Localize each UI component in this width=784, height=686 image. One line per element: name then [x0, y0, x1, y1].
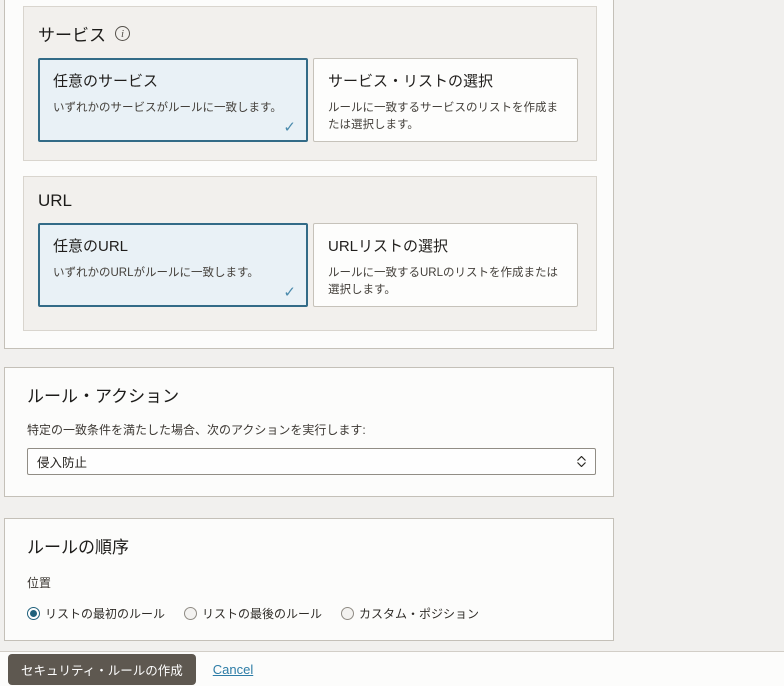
rule-action-selected-value: 侵入防止	[37, 456, 88, 470]
radio-unselected-icon	[341, 607, 355, 620]
card-title: 任意のサービス	[53, 73, 159, 90]
position-radio-group: リストの最初のルール リストの最後のルール カスタム・ポジション	[27, 605, 596, 622]
checkmark-icon: ✓	[283, 284, 296, 301]
position-label: 位置	[27, 576, 52, 590]
card-any-service[interactable]: 任意のサービス いずれかのサービスがルールに一致します。 ✓	[38, 58, 308, 142]
card-description: ルールに一致するURLのリストを作成または選択します。	[328, 267, 559, 296]
card-description: いずれかのサービスがルールに一致します。	[53, 102, 282, 114]
radio-last-rule[interactable]: リストの最後のルール	[184, 605, 322, 622]
rule-action-panel: ルール・アクション 特定の一致条件を満たした場合、次のアクションを実行します: …	[4, 367, 614, 497]
cancel-link[interactable]: Cancel	[213, 662, 253, 677]
select-stepper-icon	[577, 456, 586, 467]
service-title-text: サービス	[38, 26, 106, 45]
url-section: URL 任意のURL いずれかのURLがルールに一致します。 ✓ URLリストの…	[23, 176, 597, 331]
radio-custom-position[interactable]: カスタム・ポジション	[341, 605, 479, 622]
radio-label: リストの最後のルール	[202, 607, 323, 621]
create-security-rule-button[interactable]: セキュリティ・ルールの作成	[8, 653, 196, 685]
card-description: いずれかのURLがルールに一致します。	[53, 267, 259, 279]
rule-order-title: ルールの順序	[27, 538, 129, 557]
card-title: 任意のURL	[53, 238, 129, 255]
radio-unselected-icon	[184, 607, 198, 620]
service-section: サービス i 任意のサービス いずれかのサービスがルールに一致します。 ✓ サー…	[23, 6, 597, 161]
radio-label: カスタム・ポジション	[359, 607, 480, 621]
card-description: ルールに一致するサービスのリストを作成または選択します。	[328, 102, 558, 131]
card-title: URLリストの選択	[328, 238, 449, 255]
url-section-title: URL	[38, 191, 580, 211]
url-title-text: URL	[38, 191, 73, 210]
service-section-title: サービス i	[38, 21, 580, 46]
rule-action-select[interactable]: 侵入防止	[27, 448, 596, 475]
card-title: サービス・リストの選択	[328, 73, 494, 90]
footer-action-bar: セキュリティ・ルールの作成 Cancel	[0, 651, 784, 686]
radio-label: リストの最初のルール	[45, 607, 166, 621]
info-icon[interactable]: i	[115, 26, 130, 41]
rule-order-panel: ルールの順序 位置 リストの最初のルール リストの最後のルール カスタム・ポジシ…	[4, 518, 614, 641]
radio-first-rule[interactable]: リストの最初のルール	[27, 605, 165, 622]
card-select-url-list[interactable]: URLリストの選択 ルールに一致するURLのリストを作成または選択します。	[313, 223, 578, 307]
match-criteria-panel: サービス i 任意のサービス いずれかのサービスがルールに一致します。 ✓ サー…	[4, 0, 614, 349]
rule-action-title: ルール・アクション	[27, 387, 180, 406]
card-any-url[interactable]: 任意のURL いずれかのURLがルールに一致します。 ✓	[38, 223, 308, 307]
radio-selected-icon	[27, 607, 40, 620]
card-select-service-list[interactable]: サービス・リストの選択 ルールに一致するサービスのリストを作成または選択します。	[313, 58, 578, 142]
rule-action-description: 特定の一致条件を満たした場合、次のアクションを実行します:	[27, 423, 366, 437]
checkmark-icon: ✓	[283, 119, 296, 136]
